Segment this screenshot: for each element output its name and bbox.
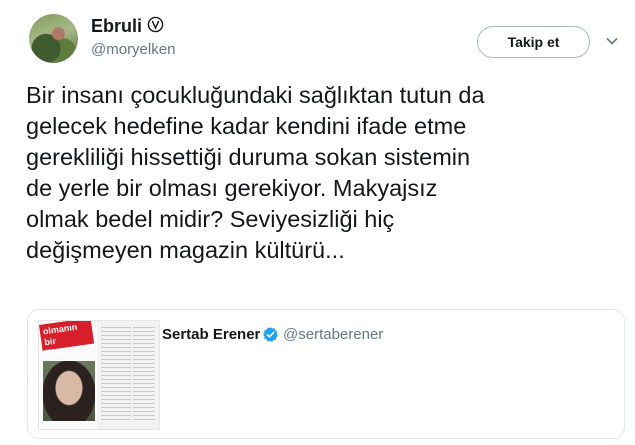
avatar[interactable] xyxy=(29,14,78,63)
verified-outline-icon xyxy=(147,16,164,33)
follow-button[interactable]: Takip et xyxy=(477,26,590,58)
quoted-tweet[interactable]: olmanın bir li var Sertab Sertab Erener … xyxy=(27,309,625,439)
tweet-text: Bir insanı çocukluğundaki sağlıktan tutu… xyxy=(26,82,485,263)
quoted-author-handle[interactable]: @sertaberener xyxy=(283,326,383,343)
quoted-tweet-image[interactable]: olmanın bir li var Sertab xyxy=(38,320,160,430)
thumb-text-column xyxy=(101,327,131,423)
author-name[interactable]: Ebruli xyxy=(91,16,142,37)
thumb-text-column xyxy=(133,327,155,423)
thumb-photo xyxy=(43,361,95,421)
verified-blue-icon xyxy=(263,327,278,342)
author-handle[interactable]: @moryelken xyxy=(91,41,175,58)
chevron-down-icon[interactable] xyxy=(605,34,619,48)
quoted-author-name[interactable]: Sertab Erener xyxy=(162,326,260,343)
